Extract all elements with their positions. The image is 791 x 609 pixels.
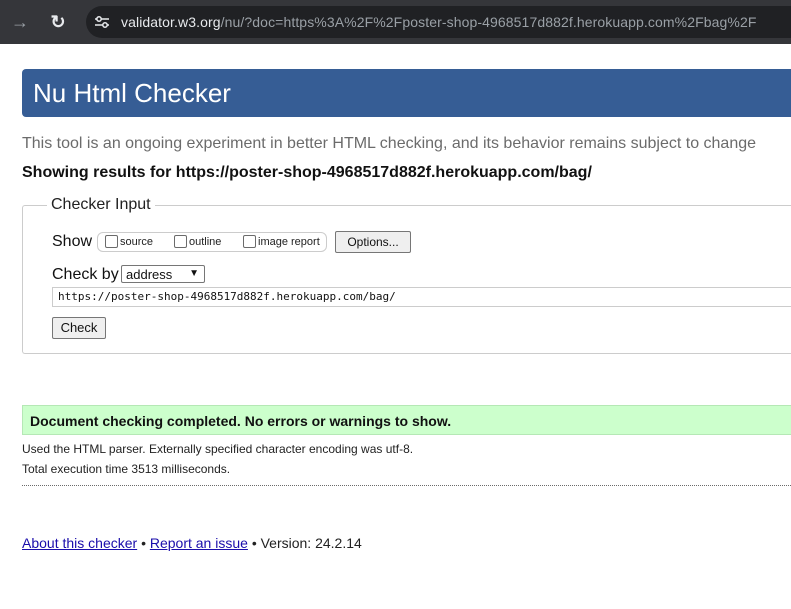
url-domain: validator.w3.org xyxy=(121,14,221,30)
address-bar-url: validator.w3.org/nu/?doc=https%3A%2F%2Fp… xyxy=(121,14,757,30)
check-by-label: Check by xyxy=(52,266,119,283)
reload-icon[interactable]: ↻ xyxy=(46,10,70,34)
footer-separator: • xyxy=(251,535,257,551)
source-checkbox[interactable] xyxy=(105,235,118,248)
success-message: Document checking completed. No errors o… xyxy=(30,413,452,429)
document-url-value: https://poster-shop-4968517d882f.herokua… xyxy=(58,290,396,303)
about-checker-link[interactable]: About this checker xyxy=(22,535,137,551)
site-settings-icon[interactable] xyxy=(94,15,110,29)
page-title: Nu Html Checker xyxy=(33,78,231,108)
intro-text: This tool is an ongoing experiment in be… xyxy=(22,135,757,152)
options-button[interactable]: Options... xyxy=(335,231,411,253)
chevron-down-icon: ▼ xyxy=(189,268,199,279)
outline-checkbox-label[interactable]: outline xyxy=(189,236,221,248)
parser-info-text: Used the HTML parser. Externally specifi… xyxy=(22,442,414,456)
header-banner: Nu Html Checker xyxy=(22,69,791,117)
image-report-checkbox-label[interactable]: image report xyxy=(258,236,320,248)
outline-checkbox[interactable] xyxy=(174,235,187,248)
showing-results-heading: Showing results for https://poster-shop-… xyxy=(22,164,592,181)
browser-toolbar: → ↻ validator.w3.org/nu/?doc=https%3A%2F… xyxy=(0,0,791,44)
footer: About this checker • Report an issue • V… xyxy=(22,535,362,551)
show-label: Show xyxy=(52,233,93,250)
image-report-checkbox[interactable] xyxy=(243,235,256,248)
check-by-select[interactable]: address ▼ xyxy=(121,265,205,283)
check-by-select-value: address xyxy=(126,267,173,282)
url-path: /nu/?doc=https%3A%2F%2Fposter-shop-49685… xyxy=(220,14,757,30)
show-options-group: source outline image report xyxy=(97,232,327,252)
checker-input-legend: Checker Input xyxy=(47,196,155,214)
success-message-banner: Document checking completed. No errors o… xyxy=(22,405,791,435)
document-url-input[interactable]: https://poster-shop-4968517d882f.herokua… xyxy=(52,287,791,307)
check-button[interactable]: Check xyxy=(52,317,106,339)
source-checkbox-label[interactable]: source xyxy=(120,236,153,248)
footer-separator: • xyxy=(141,535,146,551)
back-arrow-icon[interactable]: → xyxy=(8,10,32,34)
address-bar[interactable]: validator.w3.org/nu/?doc=https%3A%2F%2Fp… xyxy=(86,6,791,38)
divider xyxy=(22,485,791,486)
version-text: Version: 24.2.14 xyxy=(260,535,362,551)
checker-input-fieldset: Checker Input Show source outline image … xyxy=(22,196,791,354)
execution-time-text: Total execution time 3513 milliseconds. xyxy=(22,462,231,476)
report-issue-link[interactable]: Report an issue xyxy=(150,535,248,551)
